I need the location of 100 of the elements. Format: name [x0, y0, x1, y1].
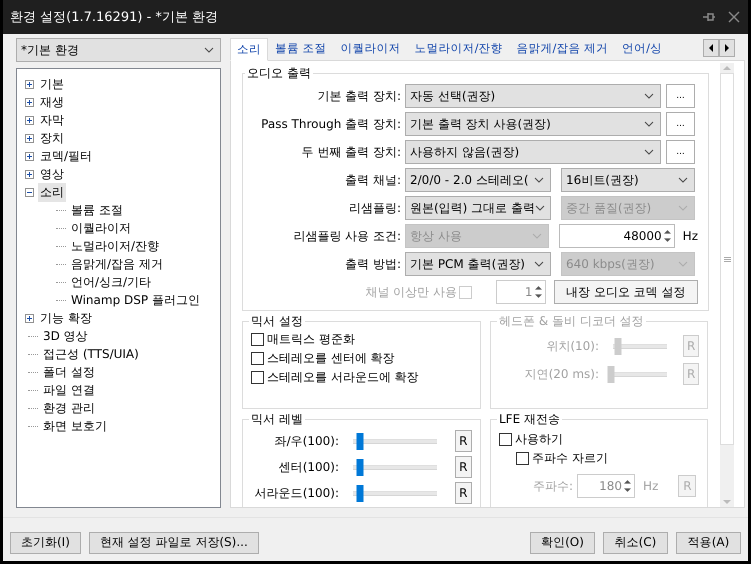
field-label: 리샘플링 사용 조건: — [292, 228, 401, 244]
tree-item[interactable]: 볼륨 조절 — [69, 200, 125, 220]
tree-item[interactable]: 화면 보호기 — [41, 416, 109, 436]
tab[interactable]: 볼륨 조절 — [268, 38, 334, 60]
dropdown[interactable]: 기본 출력 장치 사용(권장) — [405, 112, 661, 136]
field-label: 주파수: — [533, 478, 574, 494]
checkbox[interactable] — [499, 433, 512, 446]
checkbox-label: 사용하기 — [515, 431, 563, 448]
checkbox[interactable] — [251, 371, 264, 384]
checkbox-label: 매트릭스 평준화 — [267, 331, 355, 348]
tree-item[interactable]: 영상 — [38, 164, 66, 184]
tree-item[interactable]: 재생 — [38, 92, 66, 112]
dropdown[interactable]: 기본 PCM 출력(권장) — [405, 252, 551, 276]
tab[interactable]: 언어/싱 — [615, 38, 669, 60]
spin-arrows-icon — [534, 286, 542, 298]
footer-button[interactable]: 취소(C) — [603, 532, 668, 554]
dropdown[interactable]: *기본 환경 — [16, 38, 221, 62]
slider-thumb[interactable] — [356, 432, 364, 450]
group-title: 오디오 출력 — [246, 65, 312, 82]
tab[interactable]: 이퀄라이저 — [334, 38, 408, 60]
expand-icon[interactable] — [25, 116, 34, 124]
checkbox[interactable] — [251, 352, 264, 365]
footer-button[interactable]: 초기화(I) — [10, 532, 81, 554]
tree-item[interactable]: 파일 연결 — [41, 380, 97, 400]
reset-button[interactable]: R — [454, 430, 472, 452]
field-label: 출력 채널: — [344, 172, 401, 188]
chevron-down-icon — [644, 149, 654, 155]
checkbox[interactable] — [251, 333, 264, 346]
chevron-down-icon — [678, 205, 688, 211]
expand-icon[interactable] — [25, 134, 34, 142]
expand-icon[interactable] — [25, 314, 34, 322]
group-title: 헤드폰 & 돌비 디코더 설정 — [498, 313, 645, 330]
checkbox-label: 스테레오를 센터에 확장 — [267, 350, 395, 367]
dropdown[interactable]: 자동 선택(권장) — [405, 84, 661, 108]
chevron-down-icon — [534, 261, 544, 267]
tree-item[interactable]: 코덱/필터 — [38, 146, 94, 166]
dropdown[interactable]: 2/0/0 - 2.0 스테레오( — [405, 168, 551, 192]
spin-arrows-icon — [664, 230, 671, 242]
tree-item[interactable]: Winamp DSP 플러그인 — [69, 290, 202, 310]
chevron-down-icon — [535, 205, 545, 211]
field-label: 두 번째 출력 장치: — [300, 144, 401, 160]
grip-icon — [724, 256, 730, 262]
dropdown[interactable]: 사용하지 않음(권장) — [405, 140, 661, 164]
footer-button[interactable]: 적용(A) — [676, 532, 741, 554]
expand-icon[interactable] — [25, 80, 34, 88]
tree-item[interactable]: 접근성 (TTS/UIA) — [41, 344, 141, 364]
checkbox-label: 채널 이상만 사용 — [365, 284, 457, 300]
tab[interactable]: 노멀라이저/잔향 — [408, 38, 510, 60]
slider-label: 센터(100): — [278, 458, 339, 476]
chevron-down-icon — [204, 47, 214, 53]
left-triangle-icon — [709, 44, 713, 52]
slider-label: 서라운드(100): — [254, 484, 339, 502]
tree-item[interactable]: 기본 — [38, 74, 66, 94]
tree-item[interactable]: 폴더 설정 — [41, 362, 97, 382]
tab[interactable]: 음맑게/잡음 제거 — [510, 38, 616, 60]
tree-item[interactable]: 언어/싱크/기타 — [69, 272, 154, 292]
chevron-down-icon — [532, 233, 542, 239]
reset-button[interactable]: R — [454, 456, 472, 478]
collapse-icon[interactable] — [25, 188, 34, 196]
footer-button[interactable]: 현재 설정 파일로 저장(S)... — [88, 532, 259, 554]
group-title: 믹서 설정 — [250, 313, 304, 330]
tree-item[interactable]: 기능 확장 — [38, 308, 94, 328]
field-label: 기본 출력 장치: — [316, 88, 401, 104]
more-button[interactable]: ... — [666, 112, 695, 136]
chevron-down-icon — [678, 177, 688, 183]
tree-item[interactable]: 자막 — [38, 110, 66, 130]
tree-item[interactable]: 노멀라이저/잔향 — [69, 236, 162, 256]
tree-item[interactable]: 3D 영상 — [41, 326, 90, 346]
dropdown[interactable]: 16비트(권장) — [561, 168, 695, 192]
scroll-left-button[interactable] — [703, 39, 719, 57]
tree-item[interactable]: 장치 — [38, 128, 66, 148]
scroll-right-button[interactable] — [719, 39, 735, 57]
pin-icon[interactable] — [702, 11, 716, 23]
tab[interactable]: 소리 — [230, 38, 268, 61]
checkbox-label: 주파수 자르기 — [532, 450, 608, 467]
spin-arrows-icon — [624, 480, 632, 492]
spin-field[interactable]: 48000 — [558, 224, 675, 248]
group-title: 믹서 레벨 — [250, 411, 304, 428]
chevron-down-icon — [678, 261, 688, 267]
reset-button[interactable]: R — [454, 482, 472, 504]
checkbox-label: 스테레오를 서라운드에 확장 — [267, 369, 419, 386]
tree-item[interactable]: 음맑게/잡음 제거 — [69, 254, 165, 274]
tree-item[interactable]: 환경 관리 — [41, 398, 97, 418]
field-label: 리샘플링: — [348, 200, 401, 216]
tree-item[interactable]: 소리 — [38, 182, 66, 202]
close-icon[interactable] — [728, 11, 740, 23]
slider-thumb[interactable] — [356, 458, 364, 476]
more-button[interactable]: ... — [666, 140, 695, 164]
tree-item[interactable]: 이퀄라이저 — [69, 218, 133, 238]
checkbox[interactable] — [516, 452, 529, 465]
dropdown[interactable]: 원본(입력) 그대로 출력 — [405, 196, 551, 220]
slider-thumb[interactable] — [356, 484, 364, 502]
footer-button[interactable]: 확인(O) — [530, 532, 595, 554]
more-button[interactable]: ... — [666, 84, 695, 108]
chevron-down-icon — [644, 93, 654, 99]
expand-icon[interactable] — [25, 152, 34, 160]
expand-icon[interactable] — [25, 98, 34, 106]
expand-icon[interactable] — [25, 170, 34, 178]
unit-label: Hz — [682, 229, 698, 243]
field-label: 출력 방법: — [344, 256, 401, 272]
